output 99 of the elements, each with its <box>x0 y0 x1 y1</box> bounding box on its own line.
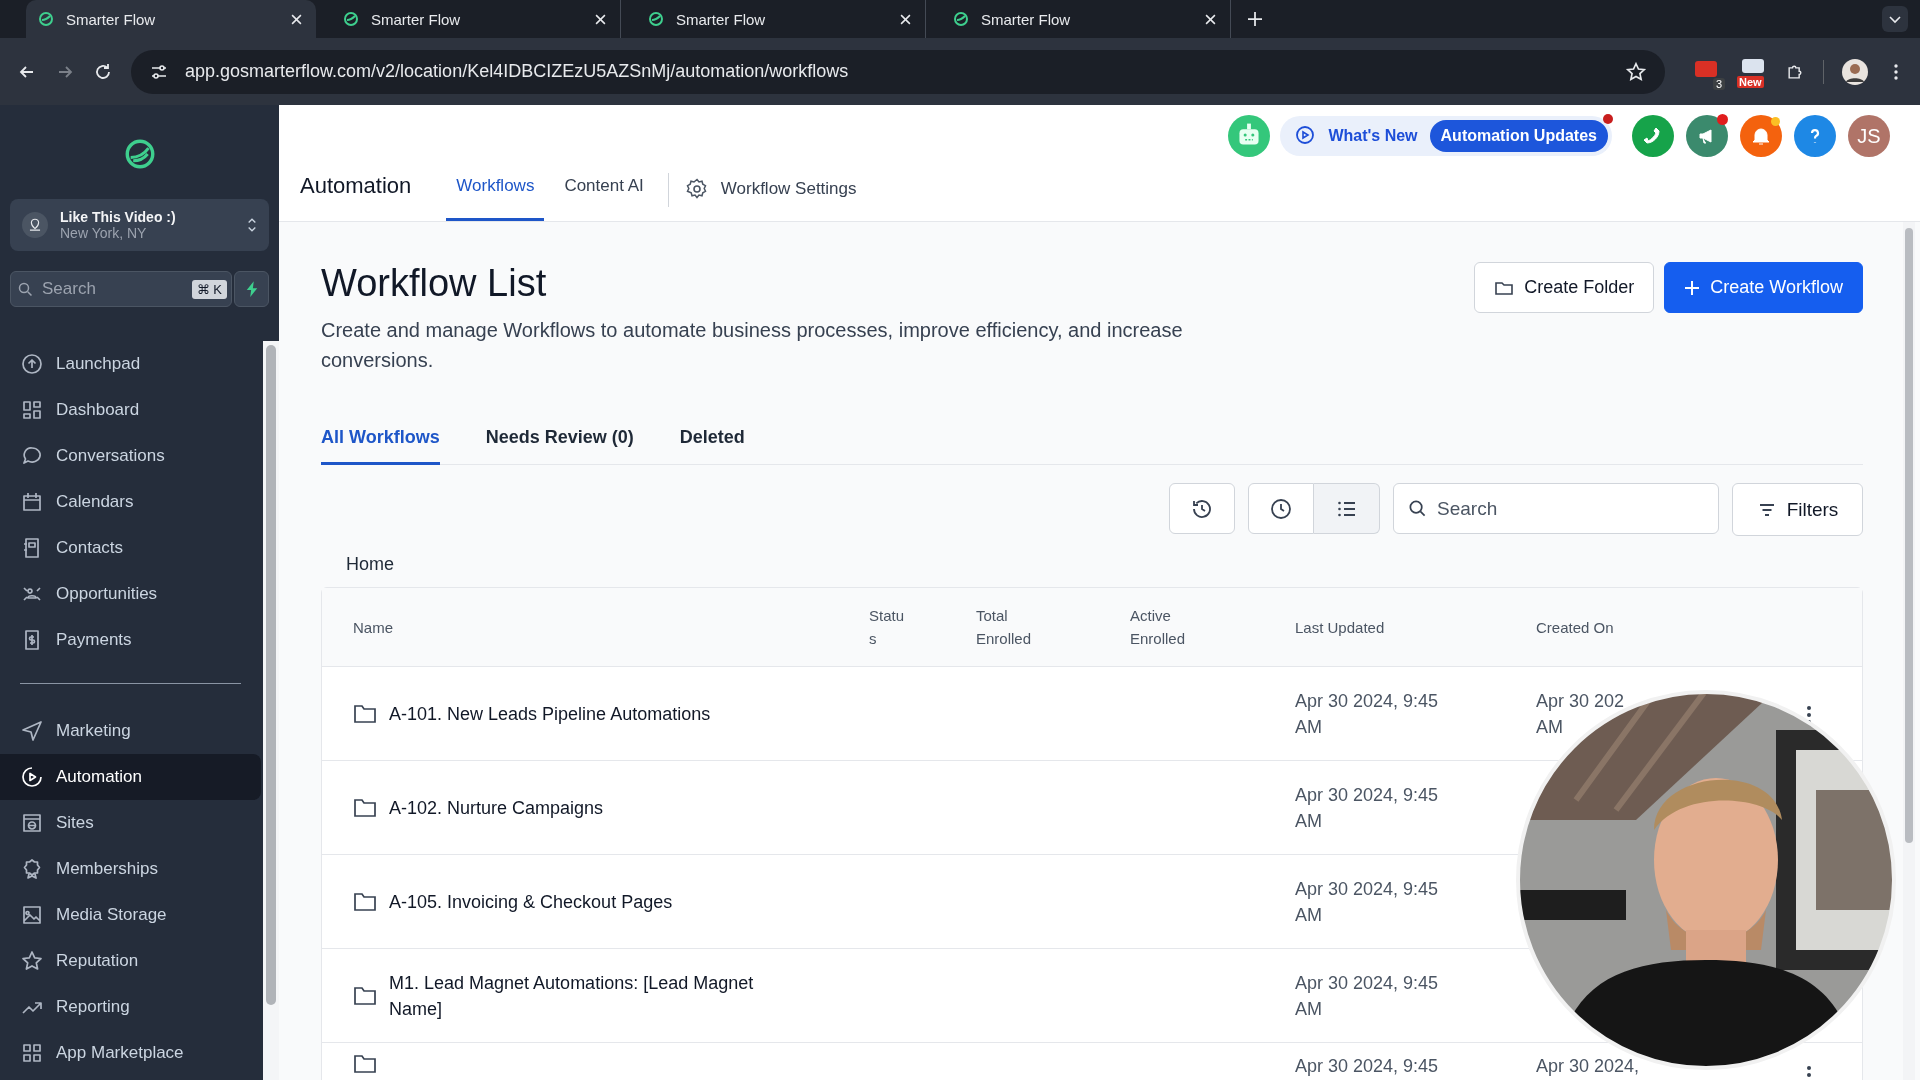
header-tab[interactable]: Content AI <box>554 176 654 221</box>
apps-grid-icon <box>20 1041 44 1065</box>
sidebar-item[interactable]: Automation <box>0 754 261 800</box>
workflow-tab[interactable]: Deleted <box>679 427 745 465</box>
search-icon <box>18 281 33 297</box>
location-switcher[interactable]: Like This Video :) New York, NY <box>10 199 269 251</box>
sidebar-item[interactable]: Reputation <box>0 938 261 984</box>
column-header: Status <box>869 606 906 649</box>
section-title: Automation <box>300 173 412 200</box>
scrollbar[interactable] <box>1903 222 1915 1080</box>
sidebar-item[interactable]: App Marketplace <box>0 1030 261 1076</box>
filters-button[interactable]: Filters <box>1732 483 1863 536</box>
table-cell-text: Apr 30 2024, <box>1536 1055 1641 1078</box>
sidebar-item[interactable]: Contacts <box>0 525 261 571</box>
logo-icon <box>38 11 54 27</box>
new-tab-icon[interactable] <box>1248 12 1262 26</box>
plus-icon <box>1684 279 1701 296</box>
star-icon <box>20 949 44 973</box>
extension-button[interactable]: New <box>1739 57 1767 86</box>
play-icon <box>20 765 44 789</box>
workflow-name[interactable]: A-105. Invoicing & Checkout Pages <box>389 888 673 915</box>
workflow-name[interactable]: A-101. New Leads Pipeline Automations <box>389 700 711 727</box>
sidebar-item[interactable]: Payments <box>0 617 261 663</box>
chevron-icon <box>247 216 257 234</box>
page-description: Create and manage Workflows to automate business processes, improve efficiency, and increase conversions. <box>321 318 1184 373</box>
paper-plane-icon <box>20 719 44 743</box>
close-icon[interactable] <box>291 13 302 25</box>
sidebar-item[interactable]: Reporting <box>0 984 261 1030</box>
updates-button[interactable]: Automation Updates <box>1429 120 1608 152</box>
more-icon[interactable] <box>1806 1065 1812 1080</box>
address-bar[interactable]: app.gosmarterflow.com/v2/location/Kel4IDBCIZEzU5AZSnMj/automation/workflows <box>131 49 1665 94</box>
logo-icon <box>343 11 359 27</box>
column-header: Name <box>353 617 393 638</box>
page-title: Workflow List <box>321 262 548 305</box>
folder-icon <box>353 984 377 1007</box>
dashboard-icon <box>20 398 44 422</box>
search-field[interactable]: Search ⌘ K <box>10 271 232 307</box>
workflow-name[interactable]: M1. Lead Magnet Automations: [Lead Magnet Name] <box>389 969 809 1022</box>
folder-icon <box>353 890 377 913</box>
close-icon[interactable] <box>1205 13 1216 25</box>
create-workflow-button[interactable]: Create Workflow <box>1664 262 1863 313</box>
create-folder-button[interactable]: Create Folder <box>1474 262 1655 313</box>
column-header: Total Enrolled <box>976 606 1033 649</box>
table-cell-text: Apr 30 2024, 9:45 AM <box>1295 689 1440 739</box>
lightning-icon <box>244 280 259 298</box>
table-cell-text: Apr 30 2024, 9:45 <box>1295 1055 1440 1078</box>
image-icon <box>20 903 44 927</box>
sidebar-item[interactable]: Sites <box>0 800 261 846</box>
logo-icon <box>648 11 664 27</box>
logo-icon <box>953 11 969 27</box>
folder-icon <box>353 796 377 819</box>
rocket-icon <box>20 352 44 376</box>
clock-icon <box>1269 496 1293 521</box>
location-pin-icon <box>22 212 48 238</box>
globe-icon <box>20 811 44 835</box>
search-icon <box>1408 499 1427 518</box>
sidebar-item[interactable]: Opportunities <box>0 571 261 617</box>
close-icon[interactable] <box>900 13 911 25</box>
column-header: Created On <box>1536 617 1614 638</box>
breadcrumb[interactable]: Home <box>346 554 394 575</box>
sidebar-item[interactable]: Dashboard <box>0 387 261 433</box>
table-cell-text: Apr 30 2024, 9:45 AM <box>1295 877 1440 927</box>
folder-icon <box>353 1053 377 1075</box>
folder-icon <box>353 702 377 725</box>
header-tab[interactable]: Workflows <box>446 176 545 221</box>
whats-new-link[interactable]: What's New <box>1328 127 1418 145</box>
quick-action-button[interactable] <box>234 271 269 307</box>
sidebar-item[interactable]: Conversations <box>0 433 261 479</box>
close-icon[interactable] <box>595 13 606 25</box>
list-view-button[interactable] <box>1314 483 1380 534</box>
sidebar-item[interactable]: Media Storage <box>0 892 261 938</box>
search-field[interactable]: Search <box>1393 483 1719 534</box>
table-cell-text: Apr 30 202 AM <box>1536 689 1626 739</box>
scrollbar[interactable] <box>263 341 279 1080</box>
table-cell-text: Apr 30 2024, 9:45 AM <box>1295 971 1440 1021</box>
search-input[interactable]: Search <box>40 278 185 300</box>
workflow-tab[interactable]: All Workflows <box>321 427 440 465</box>
workflow-settings-link[interactable]: Workflow Settings <box>720 179 857 199</box>
column-header: Active Enrolled <box>1130 606 1187 649</box>
calendar-icon <box>20 490 44 514</box>
table-cell-text: Apr 30 2024, 9:45 AM <box>1295 783 1440 833</box>
url-text: app.gosmarterflow.com/v2/location/Kel4IDBCIZEzU5AZSnMj/automation/workflows <box>185 61 850 82</box>
history-button[interactable] <box>1169 483 1235 534</box>
bookmark-star-icon[interactable] <box>1625 60 1647 83</box>
sidebar-item[interactable]: Calendars <box>0 479 261 525</box>
browser-tab[interactable]: Smarter Flow <box>26 0 316 38</box>
sidebar-item[interactable]: Marketing <box>0 708 261 754</box>
clock-view-button[interactable] <box>1248 483 1314 534</box>
reload-icon[interactable] <box>93 61 113 82</box>
settings-icon[interactable] <box>684 177 709 201</box>
sidebar-item[interactable]: Launchpad <box>0 341 261 387</box>
notification-dot <box>1771 117 1780 126</box>
sidebar-item[interactable]: Memberships <box>0 846 261 892</box>
tab-search-icon[interactable] <box>1882 6 1908 32</box>
shortcut-hint: ⌘ K <box>191 279 227 299</box>
profile-avatar-icon[interactable] <box>1842 58 1868 85</box>
column-header: Last Updated <box>1295 617 1385 638</box>
workflow-name[interactable]: A-102. Nurture Campaigns <box>389 794 604 821</box>
workflow-tab[interactable]: Needs Review (0) <box>485 427 634 465</box>
